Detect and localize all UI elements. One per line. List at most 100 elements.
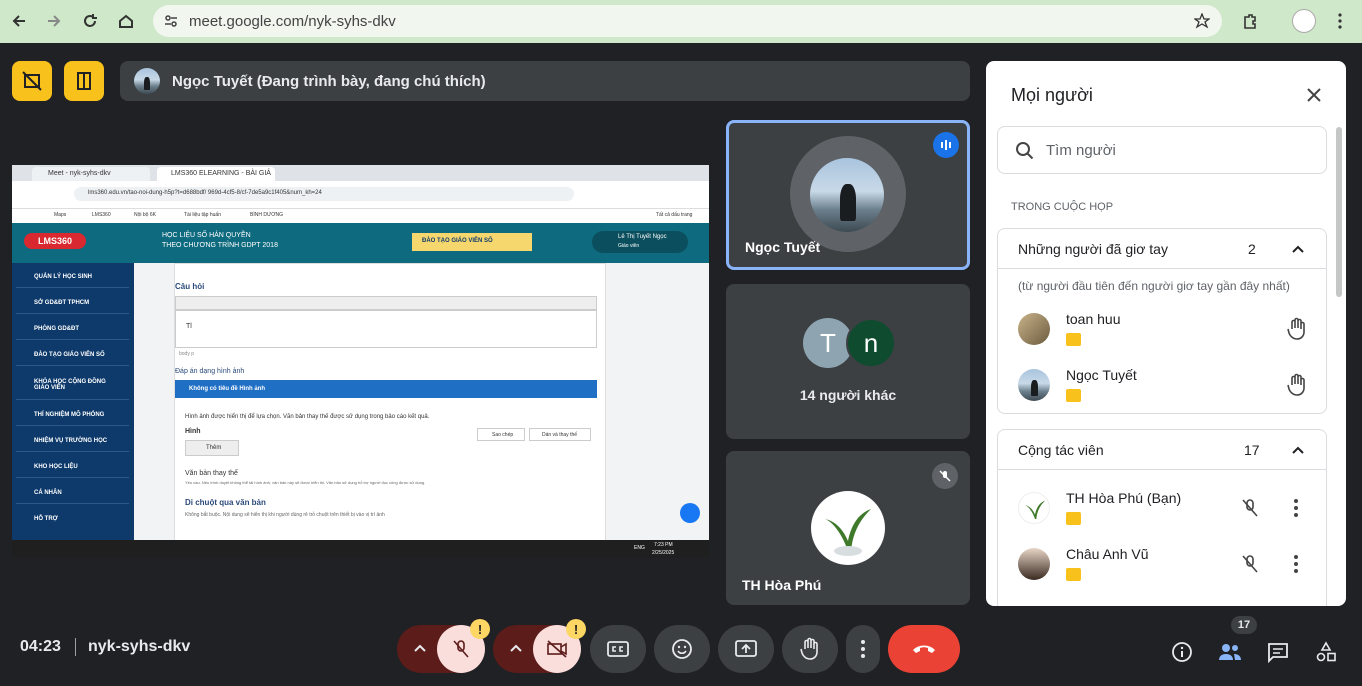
camera-off-icon	[547, 640, 567, 658]
windows-taskbar: ENG 7:23 PM 2/25/2025	[12, 540, 709, 558]
raised-hands-header[interactable]: Những người đã giơ tay 2	[998, 229, 1326, 269]
question-label: Câu hỏi	[175, 282, 205, 291]
participant-name: Châu Anh Vũ	[1066, 546, 1149, 562]
leave-call-button[interactable]	[888, 625, 960, 673]
lms-menu-7[interactable]: KHO HỌC LIỆU	[34, 464, 78, 470]
facebook-icon[interactable]	[680, 503, 700, 523]
bookmark-star-icon[interactable]	[1194, 13, 1210, 29]
lms-content: Câu hỏi Tl body p Đáp án dạng hình ảnh K…	[134, 263, 709, 543]
lms-menu-5[interactable]: THÍ NGHIỆM MÔ PHỎNG	[34, 412, 104, 418]
meeting-info-button[interactable]	[1166, 636, 1198, 668]
emoji-reaction-button[interactable]	[654, 625, 710, 673]
avatar	[1018, 369, 1050, 401]
shared-tab-meet: Meet - nyk-syhs-dkv	[48, 170, 111, 177]
raised-hands-section: Những người đã giơ tay 2 (từ người đầu t…	[997, 228, 1327, 414]
meet-stage: Ngọc Tuyết (Đang trình bày, đang chú thí…	[0, 43, 1362, 686]
presenter-avatar	[134, 68, 160, 94]
taskbar-lang: ENG	[634, 545, 645, 551]
bookmark-lms: LMS360	[92, 212, 111, 218]
alt-label: Văn bản thay thế	[185, 470, 238, 477]
collaborators-header[interactable]: Cộng tác viên 17	[998, 430, 1326, 470]
hover-desc: Không bắt buộc. Nội dung sẽ hiển thị khi…	[185, 512, 385, 518]
address-bar[interactable]: meet.google.com/nyk-syhs-dkv	[153, 5, 1222, 37]
question-editor[interactable]: Tl	[175, 310, 597, 348]
extensions-icon[interactable]	[1236, 7, 1264, 35]
lms-menu-0[interactable]: QUẢN LÝ HỌC SINH	[34, 274, 92, 280]
lms-title-2: THEO CHƯƠNG TRÌNH GDPT 2018	[162, 242, 278, 249]
more-options-button[interactable]	[846, 625, 880, 673]
chevron-up-icon[interactable]	[509, 643, 523, 653]
url-text: meet.google.com/nyk-syhs-dkv	[189, 12, 396, 30]
activities-button[interactable]	[1310, 636, 1342, 668]
more-vert-icon[interactable]	[1326, 7, 1354, 35]
chevron-up-icon[interactable]	[1290, 241, 1306, 257]
captions-button[interactable]	[590, 625, 646, 673]
avatar-n: n	[846, 318, 896, 368]
mic-warning-icon: !	[470, 619, 490, 639]
lms-menu-1[interactable]: SỞ GD&ĐT TPHCM	[34, 300, 89, 306]
editor-toolbar[interactable]	[175, 296, 597, 310]
chevron-up-icon[interactable]	[413, 643, 427, 653]
home-icon[interactable]	[112, 7, 140, 35]
raise-hand-button[interactable]	[782, 625, 838, 673]
participant-tile-th-hoa-phu[interactable]: TH Hòa Phú	[726, 451, 970, 605]
chevron-up-icon[interactable]	[1290, 442, 1306, 458]
forward-icon[interactable]	[40, 7, 68, 35]
site-info-icon[interactable]	[163, 13, 179, 29]
editor-footer: body p	[179, 351, 195, 357]
lms-logo: LMS360	[24, 233, 86, 249]
shared-url: lms360.edu.vn/tao-noi-dung-h5p?t=d688bdf…	[88, 190, 322, 196]
list-item[interactable]: Châu Anh Vũ	[998, 536, 1326, 592]
whiteboard-button[interactable]	[64, 61, 104, 101]
add-image-button[interactable]: Thêm	[206, 445, 221, 451]
chat-button[interactable]	[1262, 636, 1294, 668]
reload-icon[interactable]	[76, 7, 104, 35]
panel-scrollbar[interactable]	[1336, 127, 1342, 297]
raised-hand-icon[interactable]	[1286, 317, 1308, 341]
list-item[interactable]: TH Hòa Phú (Bạn)	[998, 480, 1326, 536]
close-icon[interactable]	[1302, 83, 1326, 107]
lms-menu-4[interactable]: KHÓA HỌC CỘNG ĐỒNG GIÁO VIÊN	[34, 379, 114, 391]
copy-button[interactable]: Sao chép	[492, 432, 513, 438]
mic-off-icon	[932, 463, 958, 489]
closed-captions-icon	[607, 641, 629, 657]
list-item[interactable]: Ngọc Tuyết	[998, 357, 1326, 413]
participant-tile-ngoc-tuyet[interactable]: Ngọc Tuyết	[726, 120, 970, 270]
alt-desc: Yêu cầu. Nếu trình duyệt không thể tải h…	[185, 480, 426, 485]
back-icon[interactable]	[5, 7, 33, 35]
presenter-label: Ngọc Tuyết (Đang trình bày, đang chú thí…	[172, 72, 486, 90]
presenting-badge-icon	[1066, 333, 1081, 346]
meeting-controls-bar: 04:23 nyk-syhs-dkv ! ! 17	[0, 616, 1362, 686]
stop-annotation-button[interactable]	[12, 61, 52, 101]
avatar	[1018, 548, 1050, 580]
lms-banner: ĐÀO TẠO GIÁO VIÊN SỐ	[412, 233, 532, 251]
collaborators-section: Cộng tác viên 17 TH Hòa Phú (Bạn) Châu A…	[997, 429, 1327, 606]
speaking-indicator-icon	[933, 132, 959, 158]
paste-button[interactable]: Dán và thay thế	[542, 432, 577, 438]
image-accordion[interactable]: Không có tiêu đề Hình ảnh	[175, 380, 597, 398]
search-people-input[interactable]: Tìm người	[997, 126, 1327, 174]
lms-menu-8[interactable]: CÁ NHÂN	[34, 490, 62, 496]
bookmark-all: Tất cả dấu trang	[656, 212, 693, 218]
lms-user-chip[interactable]: Lê Thị Tuyết Ngọc Giáo viên	[592, 231, 688, 253]
people-button[interactable]	[1214, 636, 1246, 668]
present-screen-button[interactable]	[718, 625, 774, 673]
end-call-icon	[913, 645, 935, 653]
people-count-badge: 17	[1231, 616, 1257, 634]
more-vert-icon[interactable]	[1292, 554, 1300, 574]
more-vert-icon	[861, 640, 865, 658]
profile-avatar[interactable]	[1292, 9, 1316, 33]
more-vert-icon[interactable]	[1292, 498, 1300, 518]
raised-note: (từ người đầu tiên đến người giơ tay gần…	[1018, 279, 1290, 293]
raised-hand-icon[interactable]	[1286, 373, 1308, 397]
activities-icon	[1316, 641, 1336, 662]
lms-menu-3[interactable]: ĐÀO TẠO GIÁO VIÊN SỐ	[34, 352, 105, 358]
lms-menu-9[interactable]: HỖ TRỢ	[34, 516, 58, 522]
participant-tile-others[interactable]: T n 14 người khác	[726, 284, 970, 439]
divider	[75, 638, 76, 656]
avatar	[1018, 313, 1050, 345]
ngoc-tuyet-avatar	[810, 158, 884, 232]
list-item[interactable]: toan huu	[998, 301, 1326, 357]
lms-menu-6[interactable]: NHIỆM VỤ TRƯỜNG HỌC	[34, 438, 107, 444]
lms-menu-2[interactable]: PHÒNG GD&ĐT	[34, 326, 79, 332]
